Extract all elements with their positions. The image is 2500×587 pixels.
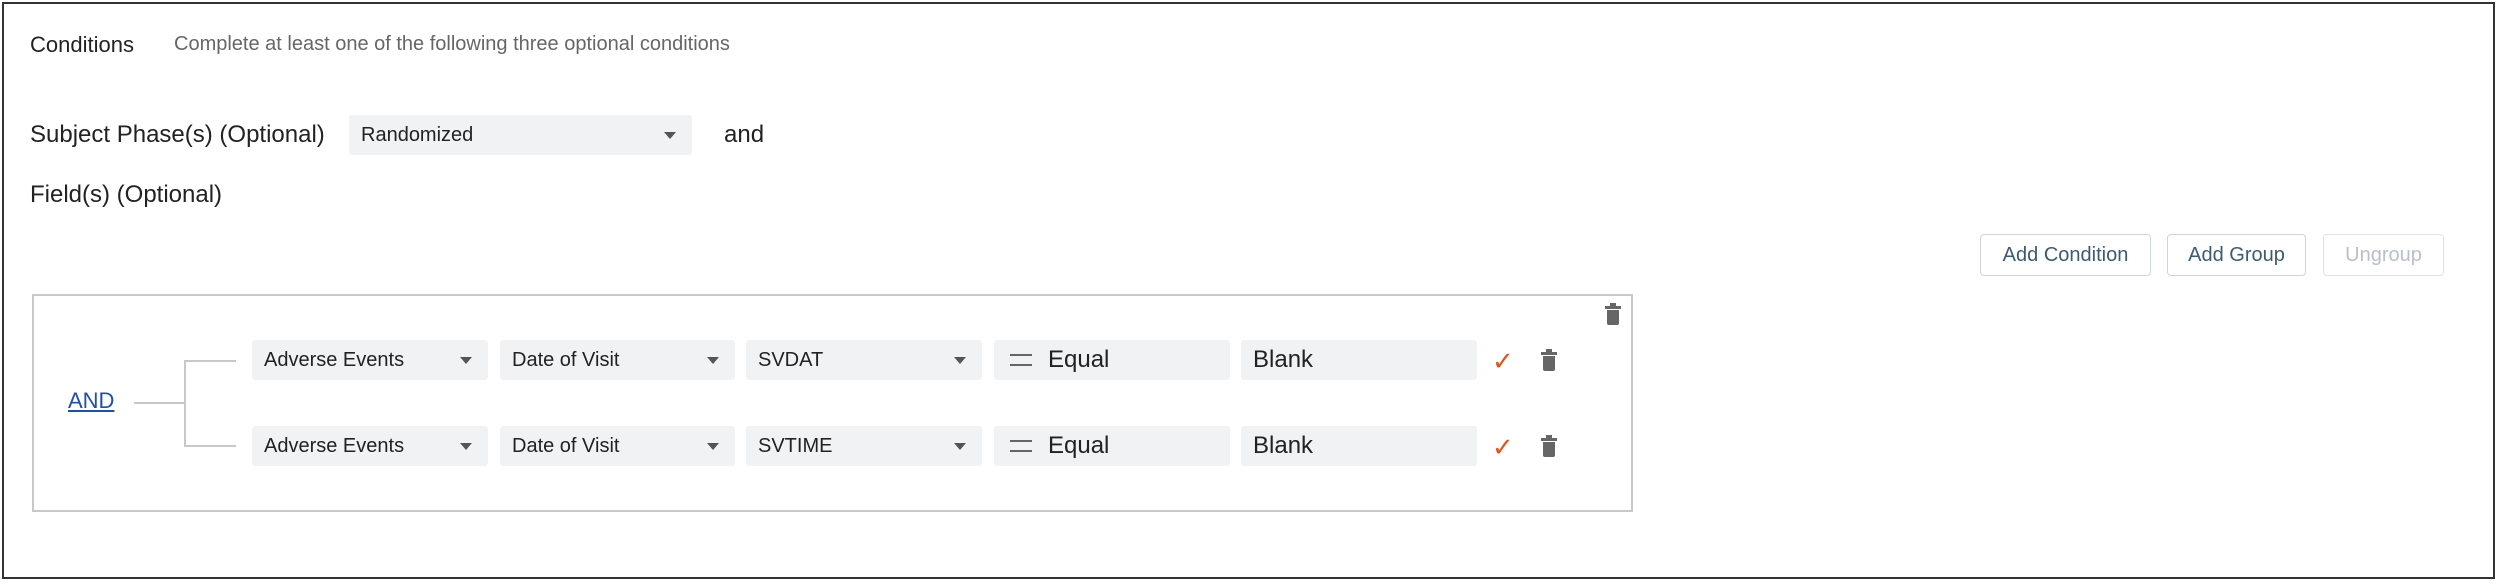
tree-connector-row2 [184, 445, 236, 447]
operator-value: Equal [1048, 432, 1110, 459]
add-condition-button[interactable]: Add Condition [1980, 234, 2151, 276]
subject-phase-value: Randomized [361, 123, 474, 146]
operator-value: Equal [1048, 346, 1110, 373]
caret-down-icon [460, 357, 472, 364]
caret-down-icon [954, 357, 966, 364]
check-icon[interactable]: ✓ [1492, 348, 1514, 374]
phase-and-joiner: and [724, 121, 765, 148]
delete-group-trash-icon[interactable] [1605, 303, 1621, 325]
add-group-button[interactable]: Add Group [2167, 234, 2306, 276]
caret-down-icon [460, 443, 472, 450]
subject-phase-select[interactable]: Randomized [349, 115, 692, 155]
tree-connector-row1 [184, 360, 236, 362]
fields-label: Field(s) (Optional) [30, 181, 223, 208]
condition-row-2-value[interactable]: Blank [1241, 426, 1477, 466]
condition-row-2-operator[interactable]: Equal [994, 426, 1230, 466]
conditions-title: Conditions [30, 32, 134, 57]
caret-down-icon [707, 357, 719, 364]
ungroup-button[interactable]: Ungroup [2323, 234, 2444, 276]
check-icon[interactable]: ✓ [1492, 434, 1514, 460]
tree-connector [134, 402, 184, 404]
subject-phase-label: Subject Phase(s) (Optional) [30, 121, 325, 148]
form-value: Adverse Events [264, 434, 405, 457]
value-text: Blank [1253, 346, 1314, 373]
condition-group [32, 294, 1633, 512]
caret-down-icon [954, 443, 966, 450]
caret-down-icon [664, 132, 676, 139]
event-value: Date of Visit [512, 434, 620, 457]
caret-down-icon [707, 443, 719, 450]
equals-icon [1010, 440, 1032, 452]
row-1-trash-icon[interactable] [1541, 349, 1557, 371]
field-value: SVTIME [758, 434, 833, 457]
condition-row-2-event-select[interactable]: Date of Visit [500, 426, 735, 466]
tree-connector-vertical [184, 360, 186, 446]
condition-row-1-value[interactable]: Blank [1241, 340, 1477, 380]
group-operator-link[interactable]: AND [68, 388, 114, 414]
condition-row-1-operator[interactable]: Equal [994, 340, 1230, 380]
condition-row-1-field-select[interactable]: SVDAT [746, 340, 982, 380]
row-2-trash-icon[interactable] [1541, 435, 1557, 457]
event-value: Date of Visit [512, 348, 620, 371]
equals-icon [1010, 354, 1032, 366]
condition-row-2-field-select[interactable]: SVTIME [746, 426, 982, 466]
form-value: Adverse Events [264, 348, 405, 371]
field-value: SVDAT [758, 348, 824, 371]
condition-row-2-form-select[interactable]: Adverse Events [252, 426, 488, 466]
condition-row-1-event-select[interactable]: Date of Visit [500, 340, 735, 380]
conditions-hint: Complete at least one of the following t… [174, 33, 730, 55]
value-text: Blank [1253, 432, 1314, 459]
condition-row-1-form-select[interactable]: Adverse Events [252, 340, 488, 380]
